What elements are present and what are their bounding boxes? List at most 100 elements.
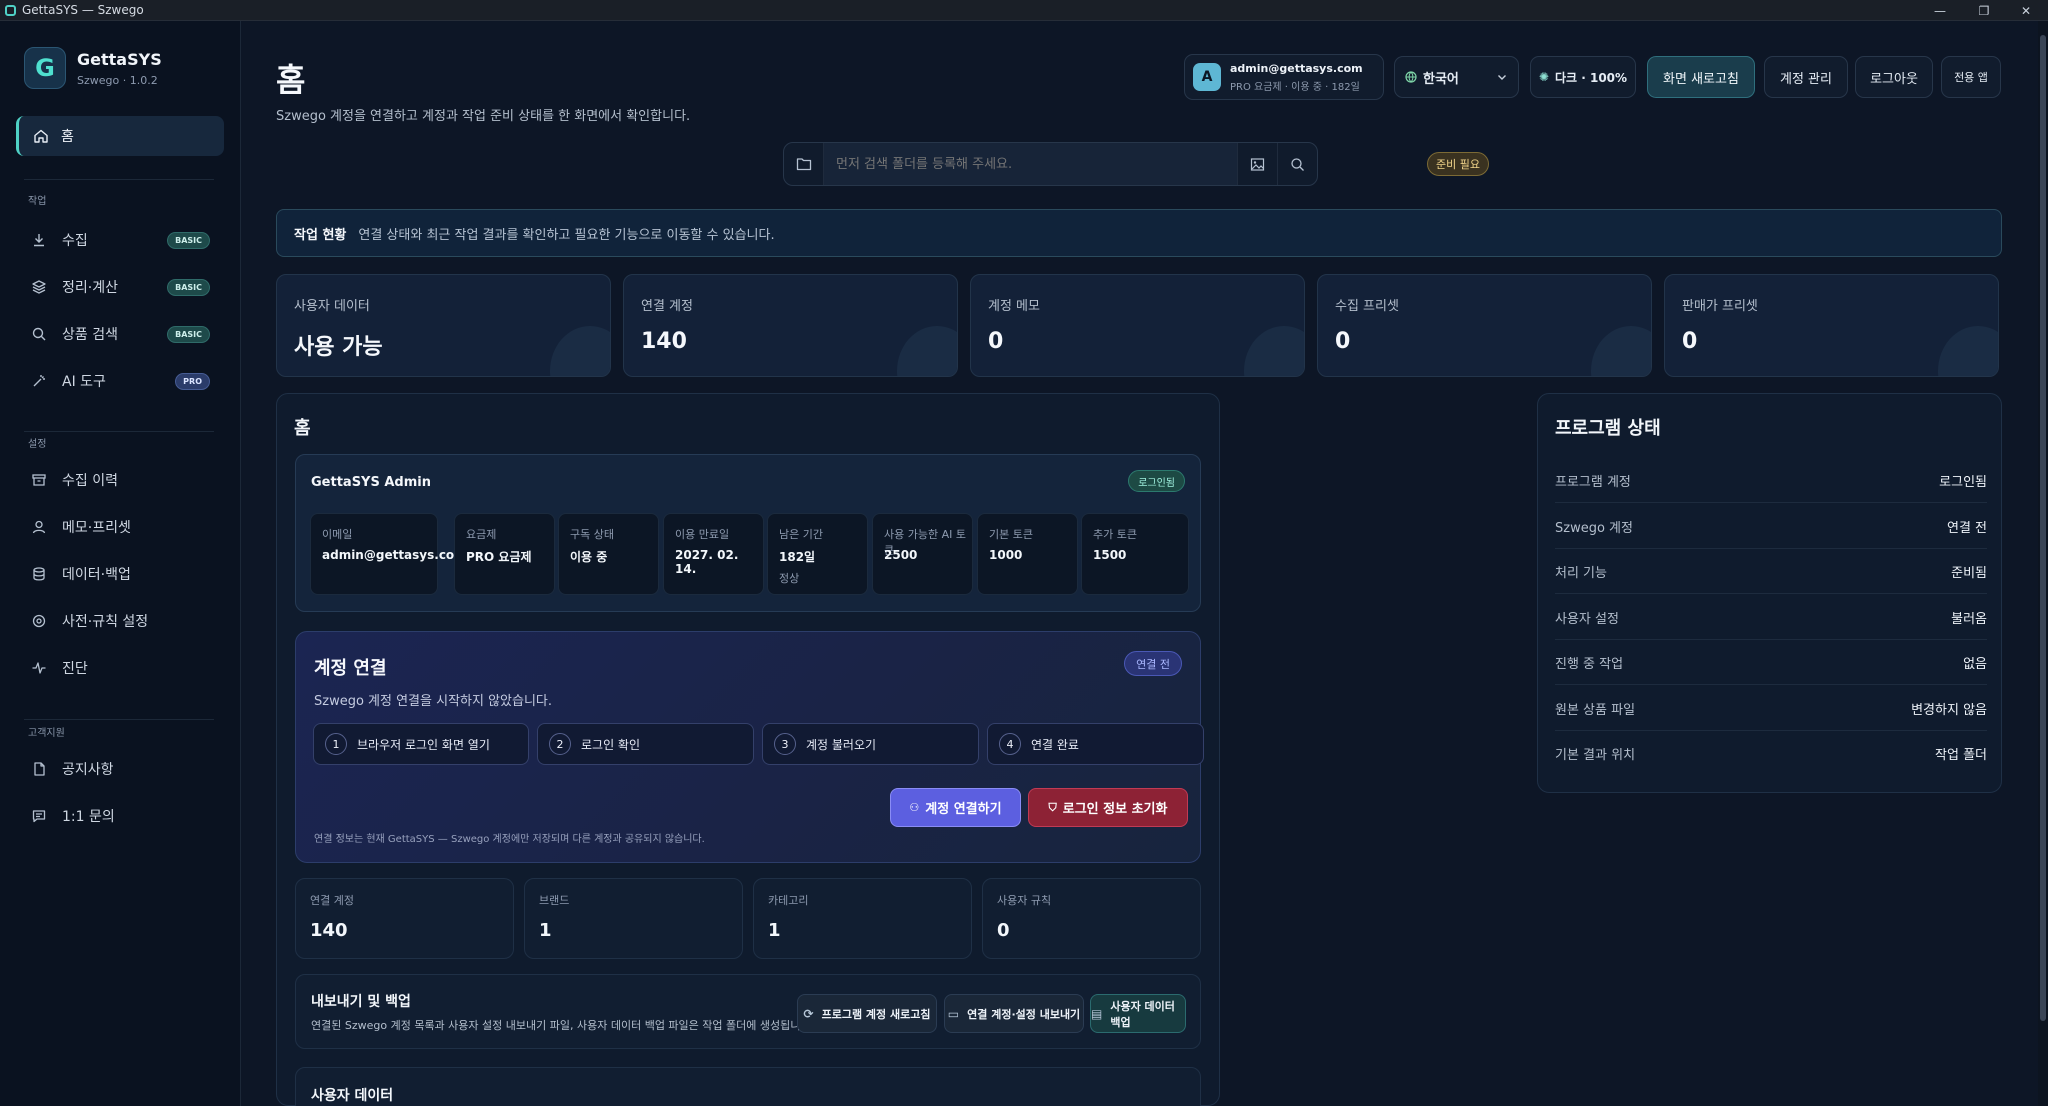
section-label-work: 작업 [28, 196, 47, 207]
status-row: 기본 결과 위치 작업 폴더 [1555, 731, 1987, 776]
info-base-tokens: 기본 토큰 1000 [977, 513, 1078, 595]
divider [24, 179, 214, 180]
theme-toggle[interactable]: ✺ 다크 · 100% [1530, 56, 1636, 98]
step-number: 3 [774, 733, 796, 755]
sidebar-item-ai-tools[interactable]: AI 도구 PRO [20, 363, 220, 399]
sidebar: G GettaSYS Szwego · 1.0.2 홈 작업 수집 BASIC … [0, 21, 241, 1106]
search-icon[interactable] [1277, 143, 1317, 185]
search-bar [783, 142, 1318, 186]
mini-stat-value: 1 [768, 920, 781, 941]
export-accounts-settings-button[interactable]: ▭ 연결 계정·설정 내보내기 [944, 994, 1084, 1033]
sidebar-item-collect-history[interactable]: 수집 이력 [20, 462, 220, 498]
sidebar-item-diagnostics[interactable]: 진단 [20, 650, 220, 686]
database-icon [30, 565, 48, 583]
info-remaining: 남은 기간 182일 정상 [767, 513, 868, 595]
stat-card-user-data: 사용자 데이터 사용 가능 [276, 274, 611, 377]
sidebar-item-label: 메모·프리셋 [62, 520, 131, 536]
refresh-program-account-button[interactable]: ⟳ 프로그램 계정 새로고침 [797, 994, 937, 1033]
connection-step-2: 2 로그인 확인 [537, 723, 754, 765]
user-icon [30, 518, 48, 536]
info-extra-tokens: 추가 토큰 1500 [1081, 513, 1189, 595]
reset-login-button[interactable]: ⛉ 로그인 정보 초기화 [1028, 788, 1188, 827]
sidebar-item-inquiry[interactable]: 1:1 문의 [20, 798, 220, 834]
shield-icon: ⛉ [1048, 800, 1057, 814]
close-icon[interactable]: ✕ [2004, 0, 2048, 21]
stat-card-collect-preset: 수집 프리셋 0 [1317, 274, 1652, 377]
connection-step-3: 3 계정 불러오기 [762, 723, 979, 765]
banner-text: 연결 상태와 최근 작업 결과를 확인하고 필요한 기능으로 이동할 수 있습니… [358, 227, 775, 243]
info-label: 이메일 [322, 528, 353, 541]
status-key: 사용자 설정 [1555, 611, 1619, 627]
sidebar-item-product-search[interactable]: 상품 검색 BASIC [20, 316, 220, 352]
account-chip[interactable]: A admin@gettasys.com PRO 요금제 · 이용 중 · 18… [1184, 54, 1384, 100]
account-manage-button[interactable]: 계정 관리 [1764, 56, 1848, 98]
card-decoration [1244, 326, 1304, 376]
home-panel: 홈 GettaSYS Admin 로그인됨 이메일 admin@gettasys… [276, 393, 1220, 1106]
backup-user-data-button[interactable]: ▤ 사용자 데이터 백업 [1090, 994, 1186, 1033]
plan-badge: BASIC [167, 325, 210, 343]
sidebar-item-label: 공지사항 [62, 762, 114, 778]
export-subtitle: 연결된 Szwego 계정 목록과 사용자 설정 내보내기 파일, 사용자 데이… [311, 1019, 814, 1032]
info-value: 182일 [779, 550, 816, 564]
status-key: 진행 중 작업 [1555, 656, 1624, 672]
app-icon [5, 4, 16, 16]
document-icon [30, 760, 48, 778]
image-search-icon[interactable] [1237, 143, 1277, 185]
step-label: 연결 완료 [1031, 737, 1079, 752]
dedicated-app-button[interactable]: 전용 앱 [1941, 56, 2001, 98]
search-input[interactable] [824, 143, 1237, 185]
panel-title: 홈 [294, 418, 311, 439]
sidebar-item-memo-preset[interactable]: 메모·프리셋 [20, 509, 220, 545]
status-row: 프로그램 계정 로그인됨 [1555, 458, 1987, 503]
target-icon [30, 612, 48, 630]
mini-stat-card: 사용자 규칙 0 [982, 878, 1201, 959]
sidebar-item-label: 데이터·백업 [62, 567, 131, 583]
mini-stat-value: 0 [997, 920, 1010, 941]
restore-icon[interactable]: ❐ [1962, 0, 2006, 21]
sidebar-item-home[interactable]: 홈 [16, 116, 224, 156]
plan-badge: BASIC [167, 231, 210, 249]
connect-account-button[interactable]: ⚇ 계정 연결하기 [890, 788, 1021, 827]
info-value: admin@gettasys.com [322, 548, 467, 562]
button-label: 계정 연결하기 [925, 802, 1002, 817]
status-badge: 준비 필요 [1427, 152, 1489, 176]
login-status-badge: 로그인됨 [1128, 470, 1185, 492]
user-data-title: 사용자 데이터 [311, 1088, 394, 1104]
page-title: 홈 [276, 61, 306, 99]
info-value: 이용 중 [570, 550, 608, 564]
sidebar-item-dictionary-rules[interactable]: 사전·규칙 설정 [20, 603, 220, 639]
stat-label: 판매가 프리셋 [1682, 299, 1758, 314]
step-number: 2 [549, 733, 571, 755]
page-subtitle: Szwego 계정을 연결하고 계정과 작업 준비 상태를 한 화면에서 확인합… [276, 109, 691, 124]
info-label: 구독 상태 [570, 528, 614, 541]
sidebar-item-organize[interactable]: 정리·계산 BASIC [20, 269, 220, 305]
logout-button[interactable]: 로그아웃 [1855, 56, 1933, 98]
plan-badge: PRO [175, 372, 210, 390]
document-icon: ▭ [947, 1006, 960, 1021]
status-row: 원본 상품 파일 변경하지 않음 [1555, 686, 1987, 731]
status-row: 처리 기능 준비됨 [1555, 549, 1987, 594]
sidebar-item-notices[interactable]: 공지사항 [20, 751, 220, 787]
connection-note: 연결 정보는 현재 GettaSYS — Szwego 계정에만 저장되며 다른… [314, 834, 705, 845]
sidebar-item-collect[interactable]: 수집 BASIC [20, 222, 220, 258]
info-plan: 요금제 PRO 요금제 [454, 513, 555, 595]
user-name: GettaSYS Admin [311, 475, 431, 490]
language-select[interactable]: 한국어 [1394, 56, 1519, 98]
refresh-screen-button[interactable]: 화면 새로고침 [1647, 56, 1755, 98]
folder-icon[interactable] [784, 143, 824, 185]
user-info-card: GettaSYS Admin 로그인됨 이메일 admin@gettasys.c… [295, 454, 1201, 612]
sidebar-item-data-backup[interactable]: 데이터·백업 [20, 556, 220, 592]
mini-stat-value: 1 [539, 920, 552, 941]
minimize-icon[interactable]: — [1918, 0, 1962, 21]
scrollbar-thumb[interactable] [2040, 35, 2046, 1021]
sidebar-item-label: 수집 이력 [62, 473, 118, 489]
status-value: 작업 폴더 [1935, 748, 1987, 763]
brand-version: Szwego · 1.0.2 [77, 73, 158, 87]
work-status-banner: 작업 현황 연결 상태와 최근 작업 결과를 확인하고 필요한 기능으로 이동할… [276, 209, 2002, 257]
stat-value: 140 [641, 329, 687, 354]
button-label: 사용자 데이터 백업 [1110, 999, 1175, 1029]
info-label: 기본 토큰 [989, 528, 1033, 541]
status-value: 로그인됨 [1939, 474, 1987, 490]
archive-icon: ▤ [1091, 1006, 1103, 1021]
scrollbar[interactable] [2038, 21, 2048, 1106]
